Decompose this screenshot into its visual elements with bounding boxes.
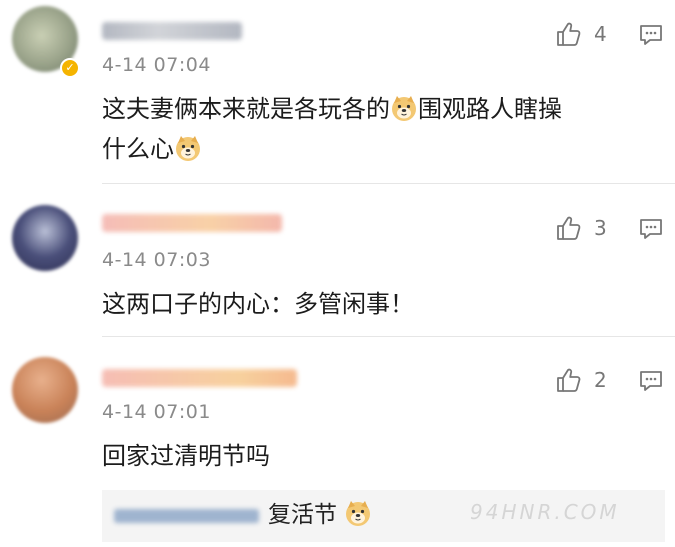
like-count: 2: [594, 368, 607, 392]
comment-text: 这夫妻俩本来就是各玩各的 围观路人瞎操 什么心: [102, 89, 662, 169]
comment-time: 4-14 07:03: [102, 249, 211, 271]
username-blurred[interactable]: [102, 22, 242, 40]
comment-text: 这两口子的内心：多管闲事！: [102, 290, 414, 318]
username-blurred[interactable]: [102, 214, 282, 232]
like-count: 3: [594, 216, 607, 240]
like-button[interactable]: 3: [556, 215, 607, 241]
comment-text-part: 围观路人瞎操: [418, 95, 562, 123]
comment-text-part: 什么心: [102, 135, 174, 163]
avatar[interactable]: [12, 205, 78, 271]
like-button[interactable]: 2: [556, 367, 607, 393]
divider: [102, 183, 675, 184]
comment-item-1: ✓ 4-14 07:04 这夫妻俩本来就是各玩各的 围观路人瞎操 什么心 4: [0, 0, 675, 185]
comment-icon[interactable]: [638, 22, 664, 48]
thumbs-up-icon: [556, 215, 582, 241]
doge-emoji-icon: [390, 94, 418, 122]
avatar[interactable]: [12, 357, 78, 423]
reply-text-content: 复活节: [268, 502, 337, 528]
comment-text: 回家过清明节吗: [102, 442, 270, 470]
username-blurred[interactable]: [102, 369, 297, 387]
reply-text: 复活节: [268, 499, 372, 531]
watermark: 94HNR.COM: [470, 500, 620, 524]
doge-emoji-icon: [344, 499, 372, 527]
comment-icon[interactable]: [638, 216, 664, 242]
comment-text-part: 这夫妻俩本来就是各玩各的: [102, 95, 390, 123]
reply-username-blurred[interactable]: [114, 509, 259, 523]
thumbs-up-icon: [556, 367, 582, 393]
verified-badge-icon: ✓: [60, 58, 80, 78]
comment-item-2: 4-14 07:03 这两口子的内心：多管闲事！ 3: [0, 185, 675, 337]
comment-time: 4-14 07:01: [102, 401, 211, 423]
like-button[interactable]: 4: [556, 21, 607, 47]
like-count: 4: [594, 22, 607, 46]
comment-time: 4-14 07:04: [102, 54, 211, 76]
comment-icon[interactable]: [638, 368, 664, 394]
thumbs-up-icon: [556, 21, 582, 47]
doge-emoji-icon: [174, 134, 202, 162]
